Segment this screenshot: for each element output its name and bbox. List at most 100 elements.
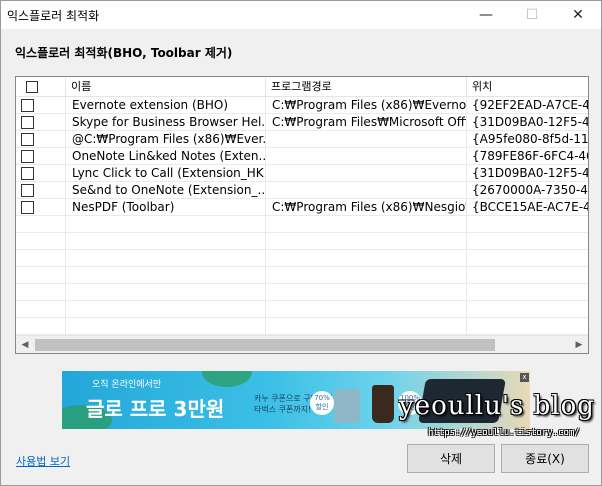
blog-watermark: yeoullu's blog [399, 391, 595, 421]
table-row[interactable]: Evernote extension (BHO) C:₩Program Files… [16, 97, 588, 114]
cell-name: Evernote extension (BHO) [66, 97, 266, 114]
list-body: Evernote extension (BHO) C:₩Program Files… [16, 97, 588, 335]
row-checkbox-cell [16, 318, 66, 335]
row-checkbox[interactable] [21, 167, 34, 180]
cell-name [66, 250, 266, 267]
row-checkbox-cell [16, 284, 66, 301]
cell-path [266, 301, 467, 318]
horizontal-scrollbar[interactable]: ◀ ▶ [16, 335, 588, 353]
cell-location [467, 267, 588, 284]
row-checkbox-cell [16, 216, 66, 233]
product-box-image [334, 389, 360, 423]
cell-path [266, 284, 467, 301]
cell-path [266, 148, 467, 165]
cell-location: {31D09BA0-12F5-4CCE-BE8A-2923E76605DA} [467, 114, 588, 131]
row-checkbox[interactable] [21, 133, 34, 146]
table-row[interactable]: @C:₩Program Files (x86)₩Ever... {A95fe080… [16, 131, 588, 148]
row-checkbox[interactable] [21, 116, 34, 129]
app-window: 익스플로러 최적화 — ☐ ✕ 익스플로러 최적화(BHO, Toolbar 제… [0, 0, 602, 486]
table-row[interactable]: Lync Click to Call (Extension_HK... {31D0… [16, 165, 588, 182]
row-checkbox-cell [16, 233, 66, 250]
cell-path [266, 233, 467, 250]
row-checkbox-cell [16, 131, 66, 148]
cell-name: Se&nd to OneNote (Extension_... [66, 182, 266, 199]
cell-location [467, 284, 588, 301]
section-heading: 익스플로러 최적화(BHO, Toolbar 제거) [15, 46, 233, 60]
row-checkbox-cell [16, 148, 66, 165]
delete-button[interactable]: 삭제 [407, 444, 495, 473]
cell-name [66, 284, 266, 301]
row-checkbox-cell [16, 199, 66, 216]
scroll-thumb[interactable] [35, 339, 495, 351]
banner-headline: 글로 프로 3만원 [86, 397, 225, 421]
maximize-button[interactable]: ☐ [509, 1, 555, 29]
empty-row [16, 318, 588, 335]
cell-location [467, 233, 588, 250]
header-path[interactable]: 프로그램경로 [266, 77, 467, 97]
row-checkbox-cell [16, 182, 66, 199]
coffee-cup-image [372, 385, 394, 423]
row-checkbox-cell [16, 114, 66, 131]
banner-small-text: 오직 온라인에서만 [92, 380, 162, 390]
table-row[interactable]: NesPDF (Toolbar) C:₩Program Files (x86)₩N… [16, 199, 588, 216]
row-checkbox-cell [16, 267, 66, 284]
cell-location: {2670000A-7350-4f3c-8081-5663EE0C6C49} [467, 182, 588, 199]
table-row[interactable]: OneNote Lin&ked Notes (Exten... {789FE86F… [16, 148, 588, 165]
select-all-checkbox[interactable] [26, 81, 38, 93]
cell-location [467, 250, 588, 267]
empty-row [16, 233, 588, 250]
cell-name [66, 267, 266, 284]
scroll-right-icon[interactable]: ▶ [570, 336, 588, 353]
cell-name: NesPDF (Toolbar) [66, 199, 266, 216]
row-checkbox-cell [16, 97, 66, 114]
row-checkbox[interactable] [21, 184, 34, 197]
header-name[interactable]: 이름 [66, 77, 266, 97]
cell-path [266, 165, 467, 182]
row-checkbox[interactable] [21, 99, 34, 112]
cell-path [266, 182, 467, 199]
cell-name [66, 216, 266, 233]
empty-row [16, 216, 588, 233]
minimize-button[interactable]: — [463, 1, 509, 29]
cell-location: {92EF2EAD-A7CE-4424-B0DB-499CF856608E} [467, 97, 588, 114]
cell-path: C:₩Program Files₩Microsoft Office₩ [266, 114, 467, 131]
leaf-decoration [202, 371, 252, 387]
cell-location: {31D09BA0-12F5-4CCE-BE8A-2923E76605DA} [467, 165, 588, 182]
cell-name: OneNote Lin&ked Notes (Exten... [66, 148, 266, 165]
empty-row [16, 267, 588, 284]
cell-path [266, 216, 467, 233]
cell-location [467, 216, 588, 233]
scroll-left-icon[interactable]: ◀ [16, 336, 34, 353]
cell-name: Lync Click to Call (Extension_HK... [66, 165, 266, 182]
header-checkbox-column[interactable] [16, 77, 66, 97]
header-location[interactable]: 위치 [467, 77, 588, 97]
help-link[interactable]: 사용법 보기 [16, 453, 70, 469]
cell-location: {BCCE15AE-AC7E-4b6e-8B6C-1F9C3A6D7E21} [467, 199, 588, 216]
cell-location: {789FE86F-6FC4-46A1-9849-EDE0DB0C95CA} [467, 148, 588, 165]
list-header: 이름 프로그램경로 위치 [16, 77, 588, 97]
empty-row [16, 284, 588, 301]
cell-location [467, 301, 588, 318]
table-row[interactable]: Se&nd to OneNote (Extension_... {2670000A… [16, 182, 588, 199]
close-button[interactable]: ✕ [555, 1, 601, 29]
row-checkbox[interactable] [21, 201, 34, 214]
cell-name: Skype for Business Browser Hel... [66, 114, 266, 131]
cell-name [66, 318, 266, 335]
cell-name [66, 233, 266, 250]
cell-path [266, 318, 467, 335]
cell-location [467, 318, 588, 335]
empty-row [16, 250, 588, 267]
exit-button[interactable]: 종료(X) [501, 444, 589, 473]
cell-location: {A95fe080-8f5d-11d2-a20b-00aa003c157a} [467, 131, 588, 148]
cell-name [66, 301, 266, 318]
table-row[interactable]: Skype for Business Browser Hel... C:₩Prog… [16, 114, 588, 131]
blog-watermark-url: https://yeoullu.tistory.com/ [428, 428, 580, 438]
banner-close-icon[interactable]: x [520, 373, 529, 382]
discount-badge: 70% 할인 [310, 391, 334, 415]
title-bar[interactable]: 익스플로러 최적화 — ☐ ✕ [1, 1, 601, 29]
row-checkbox[interactable] [21, 150, 34, 163]
cell-path [266, 131, 467, 148]
addon-list[interactable]: 이름 프로그램경로 위치 Evernote extension (BHO) C:₩… [15, 76, 589, 354]
row-checkbox-cell [16, 301, 66, 318]
cell-path [266, 250, 467, 267]
